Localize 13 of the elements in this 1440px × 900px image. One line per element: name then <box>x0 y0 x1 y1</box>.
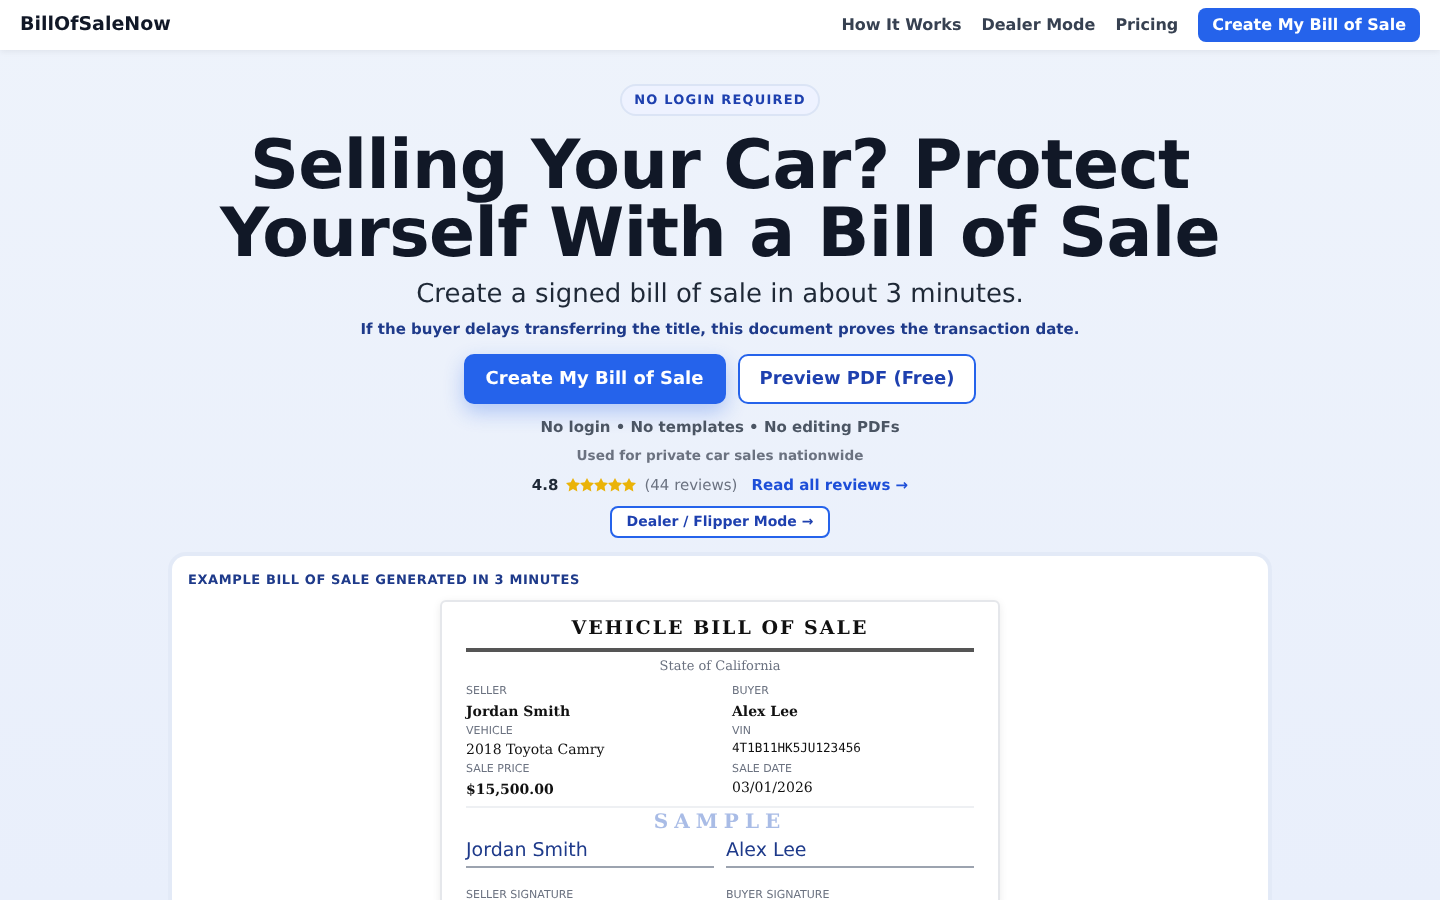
signature: Jordan Smith <box>466 840 714 868</box>
preview-button[interactable]: Preview PDF (Free) <box>737 354 977 404</box>
create-button[interactable]: Create My Bill of Sale <box>1198 8 1420 42</box>
create-button[interactable]: Create My Bill of Sale <box>463 354 726 404</box>
subtitle: Create a signed bill of sale in about 3 minutes. <box>416 280 1024 310</box>
document-title: VEHICLE BILL OF SALE <box>466 618 974 652</box>
headline: Selling Your Car? Protect Yourself With a Bill of Sale <box>219 132 1221 268</box>
logo[interactable]: BillOfSaleNow <box>20 14 171 36</box>
nav-link[interactable]: How It Works <box>841 16 962 34</box>
nav-link[interactable]: Dealer Mode <box>981 16 1096 34</box>
sample-watermark: SAMPLE <box>653 812 787 836</box>
nav-link[interactable]: Pricing <box>1115 16 1179 34</box>
signature: Alex Lee <box>726 840 974 868</box>
